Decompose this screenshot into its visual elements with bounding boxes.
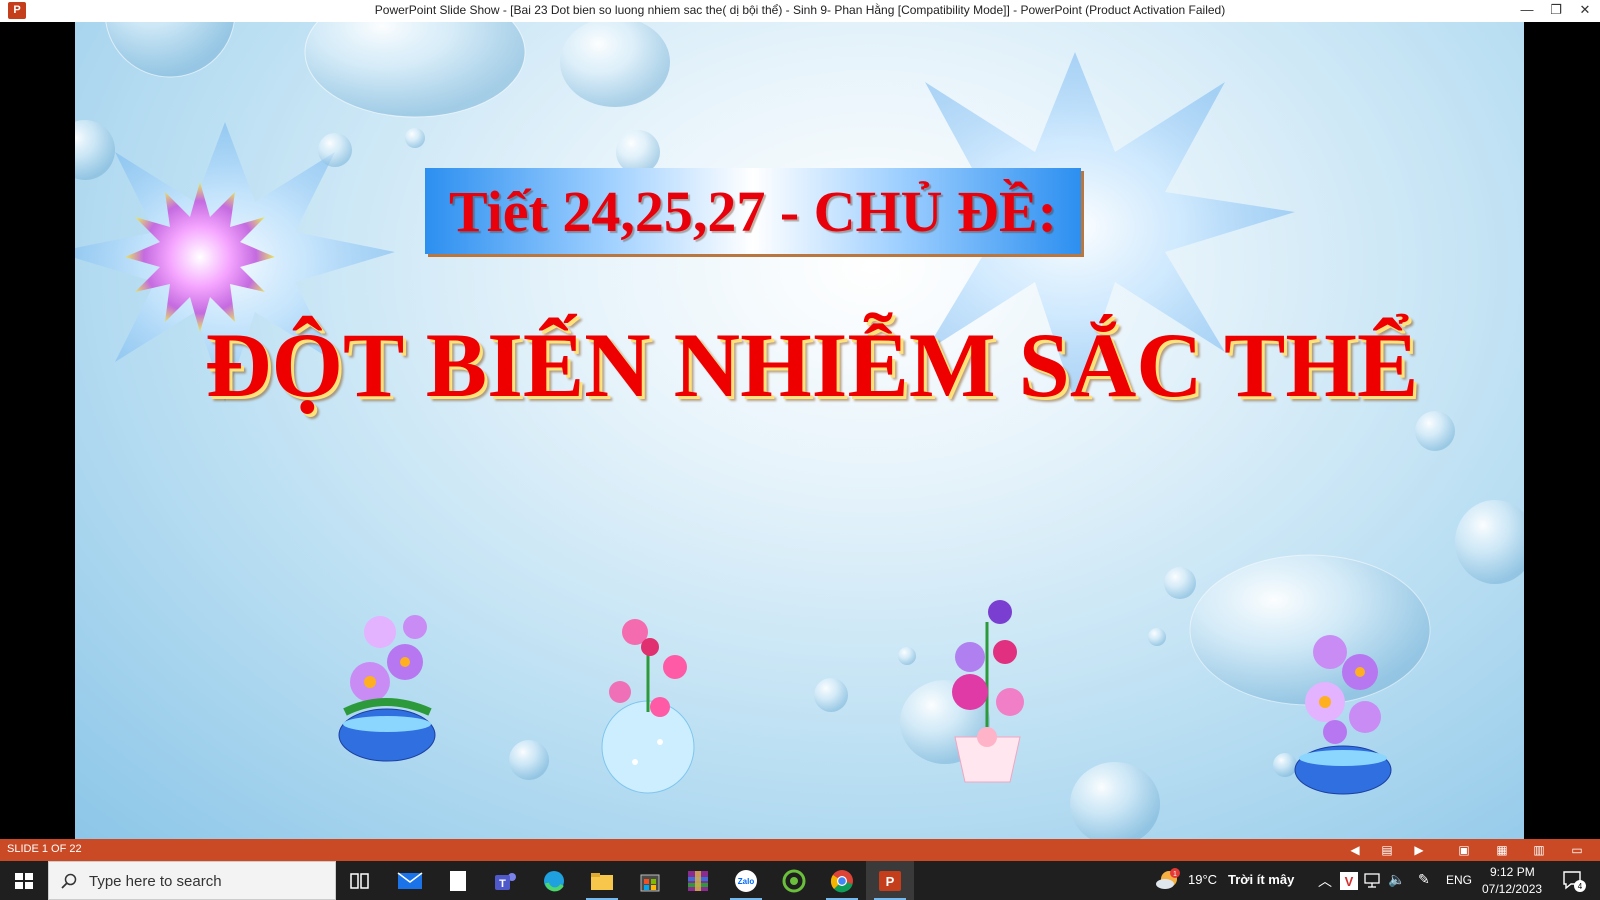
weather-badge-count: 1	[1173, 871, 1177, 878]
clock-date[interactable]: 07/12/2023	[1482, 882, 1542, 896]
bubble	[405, 128, 425, 148]
slide-menu-icon[interactable]: ▤	[1379, 842, 1395, 858]
svg-text:V: V	[1345, 874, 1354, 889]
taskbar-chrome[interactable]	[818, 861, 866, 900]
flower-pot-2	[601, 619, 695, 794]
bubble	[814, 678, 848, 712]
slide-main-title: ĐỘT BIẾN NHIỄM SẮC THỂ	[205, 314, 1419, 416]
taskbar-zalo[interactable]: Zalo	[722, 861, 770, 900]
slideshow-area: Tiết 24,25,27 - CHỦ ĐỀ: ĐỘT BIẾN NHIỄM S…	[0, 22, 1600, 839]
bubble	[1148, 628, 1166, 646]
store-icon	[640, 874, 660, 891]
network-icon[interactable]	[1364, 872, 1382, 888]
bubble	[1070, 762, 1160, 839]
notification-count: 4	[1578, 882, 1583, 891]
bubble	[1164, 567, 1196, 599]
bubble	[304, 22, 526, 118]
weather-description[interactable]: Trời ít mây	[1228, 872, 1294, 887]
document-icon	[450, 870, 466, 891]
bubble	[560, 22, 670, 107]
zalo-icon: Zalo	[735, 869, 757, 892]
svg-text:T: T	[499, 878, 506, 890]
taskbar-mail[interactable]	[386, 861, 434, 900]
restore-icon[interactable]: ❐	[1541, 0, 1571, 22]
start-button[interactable]	[0, 861, 48, 900]
banner-title: Tiết 24,25,27 - CHỦ ĐỀ:	[449, 178, 1057, 244]
notification-icon[interactable]: 4	[1562, 870, 1586, 892]
bubble	[75, 120, 115, 180]
bubble	[898, 647, 916, 665]
bubble	[318, 133, 352, 167]
slideshow-view-icon[interactable]: ▭	[1569, 842, 1585, 858]
slide-counter: SLIDE 1 OF 22	[7, 843, 82, 855]
taskbar-coc-coc[interactable]	[770, 861, 818, 900]
minimize-icon[interactable]: —	[1512, 0, 1542, 22]
taskbar-notepad[interactable]	[434, 861, 482, 900]
taskbar-store[interactable]	[626, 861, 674, 900]
window-title: PowerPoint Slide Show - [Bai 23 Dot bien…	[374, 3, 1226, 17]
winrar-icon	[688, 870, 708, 891]
vietkey-icon[interactable]: V	[1340, 872, 1358, 890]
taskbar-powerpoint[interactable]: P	[866, 861, 914, 900]
weather-temperature[interactable]: 19°C	[1188, 872, 1217, 887]
bubble	[1415, 411, 1455, 451]
input-language[interactable]: ENG	[1446, 873, 1472, 887]
powerpoint-icon: P	[879, 870, 901, 891]
taskbar-search-box[interactable]: Type here to search	[48, 861, 336, 900]
bubble	[509, 740, 549, 780]
taskbar-teams[interactable]: T	[482, 861, 530, 900]
search-placeholder: Type here to search	[89, 873, 222, 890]
flower-pot-1	[338, 615, 436, 762]
bubble	[105, 22, 235, 78]
slide-sorter-icon[interactable]: ▦	[1494, 842, 1510, 858]
bubble	[1455, 500, 1524, 584]
mail-icon	[397, 871, 423, 889]
coccoc-icon	[782, 869, 806, 892]
search-icon	[61, 873, 77, 889]
slide-background-decoration	[75, 22, 1524, 839]
slideshow-statusbar: SLIDE 1 OF 22 ◀ ▤ ▶ ▣ ▦ ▥ ▭	[0, 839, 1600, 861]
task-view-icon	[350, 872, 369, 889]
window-titlebar: P PowerPoint Slide Show - [Bai 23 Dot bi…	[0, 0, 1600, 22]
bubble	[1189, 554, 1431, 706]
edge-icon	[544, 870, 564, 891]
previous-slide-icon[interactable]: ◀	[1347, 842, 1363, 858]
title-banner: Tiết 24,25,27 - CHỦ ĐỀ:	[425, 168, 1081, 254]
pen-icon[interactable]: ✎	[1418, 871, 1430, 888]
taskbar-edge[interactable]	[530, 861, 578, 900]
bubble	[1273, 753, 1297, 777]
taskbar-winrar[interactable]	[674, 861, 722, 900]
chrome-icon	[830, 869, 853, 892]
slide-canvas[interactable]: Tiết 24,25,27 - CHỦ ĐỀ: ĐỘT BIẾN NHIỄM S…	[75, 22, 1524, 839]
next-slide-icon[interactable]: ▶	[1411, 842, 1427, 858]
task-view-button[interactable]	[336, 861, 384, 900]
weather-icon[interactable]: 1	[1155, 868, 1181, 892]
teams-icon: T	[495, 872, 516, 890]
close-icon[interactable]: ✕	[1570, 0, 1600, 22]
windows-logo-icon	[15, 873, 33, 889]
folder-icon	[591, 872, 613, 890]
chevron-up-icon[interactable]: ︿	[1318, 871, 1332, 891]
volume-icon[interactable]: 🔈	[1388, 871, 1405, 888]
taskbar-file-explorer[interactable]	[578, 861, 626, 900]
powerpoint-icon-letter: P	[886, 874, 895, 889]
clock-time[interactable]: 9:12 PM	[1490, 865, 1535, 879]
zalo-icon-label: Zalo	[738, 877, 755, 886]
reading-view-icon[interactable]: ▥	[1531, 842, 1547, 858]
flower-pot-3	[952, 600, 1024, 783]
normal-view-icon[interactable]: ▣	[1456, 842, 1472, 858]
windows-taskbar: Type here to search T Zalo P 1 19°C Trời…	[0, 861, 1600, 900]
